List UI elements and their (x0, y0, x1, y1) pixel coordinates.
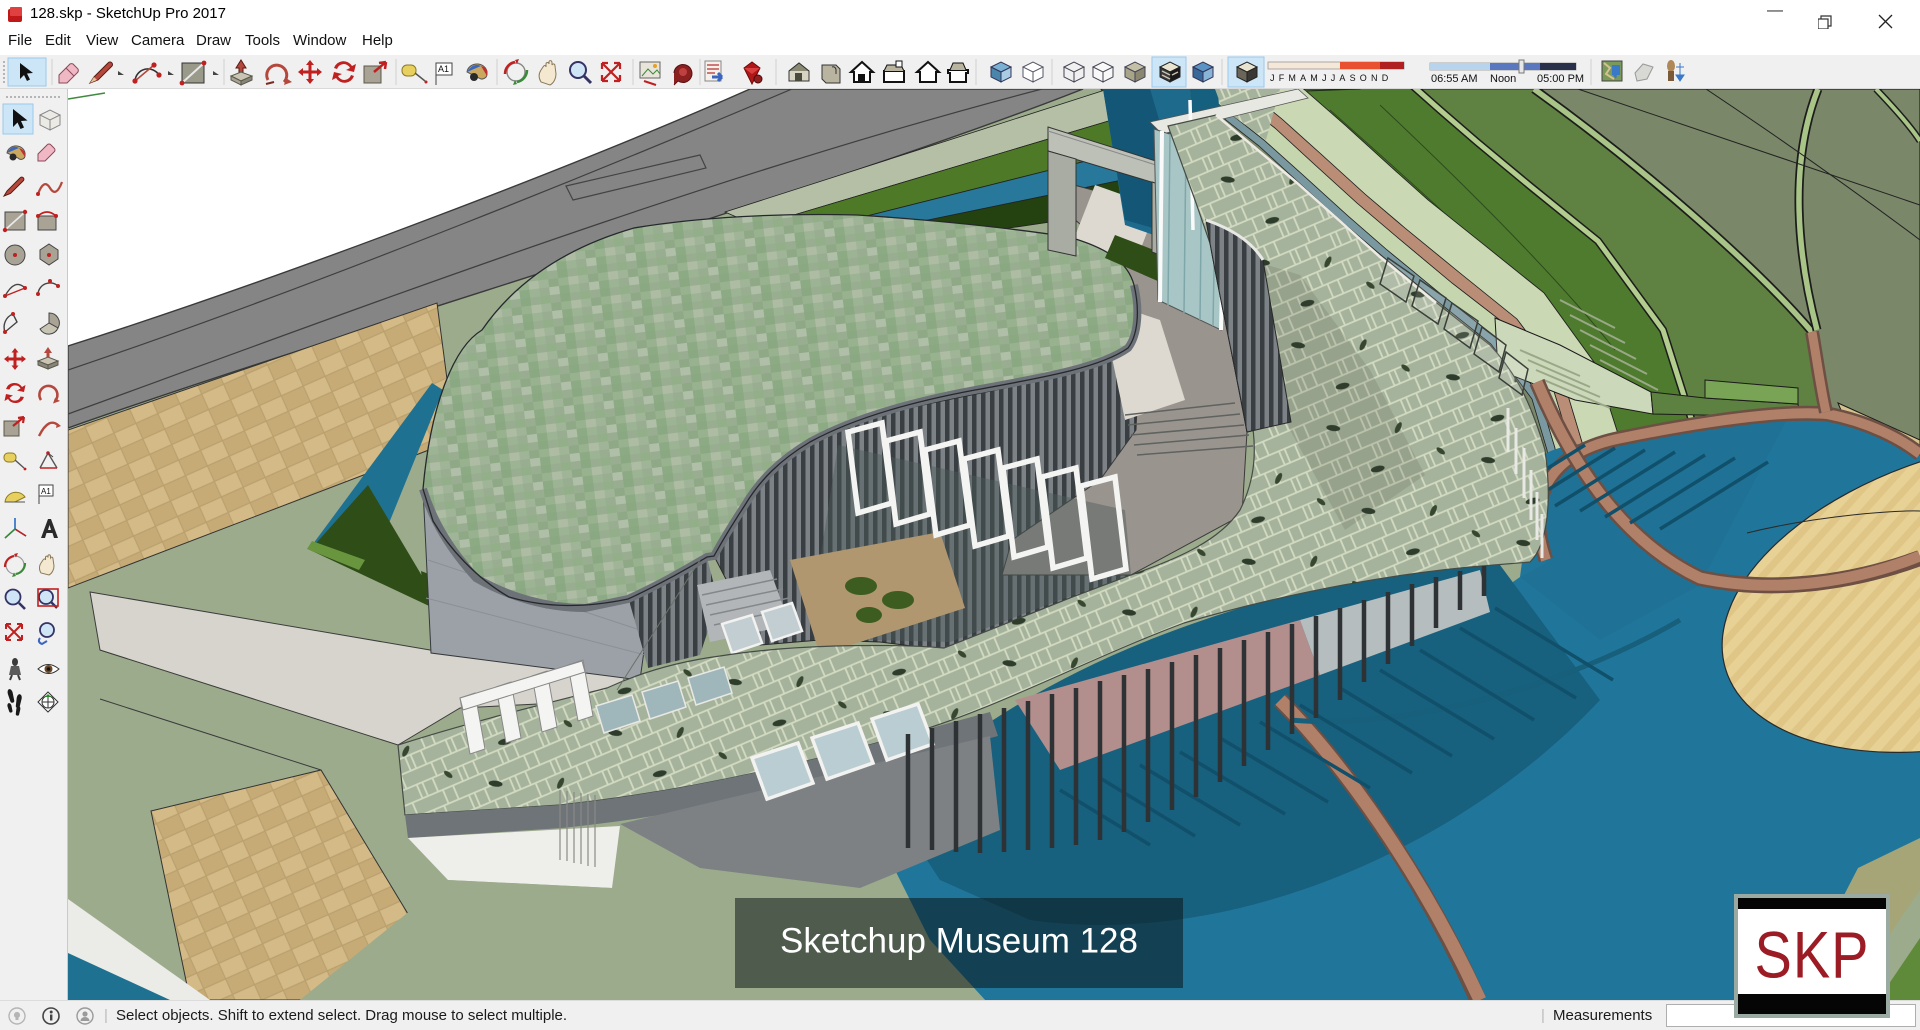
svg-text:A1: A1 (41, 487, 51, 496)
svg-text:A1: A1 (438, 64, 449, 74)
svg-text:06:55 AM: 06:55 AM (1431, 73, 1477, 85)
svg-text:JFMAMJJASOND: JFMAMJJASOND (1270, 73, 1392, 83)
svg-text:05:00 PM: 05:00 PM (1537, 73, 1584, 85)
svg-text:Noon: Noon (1490, 73, 1516, 85)
